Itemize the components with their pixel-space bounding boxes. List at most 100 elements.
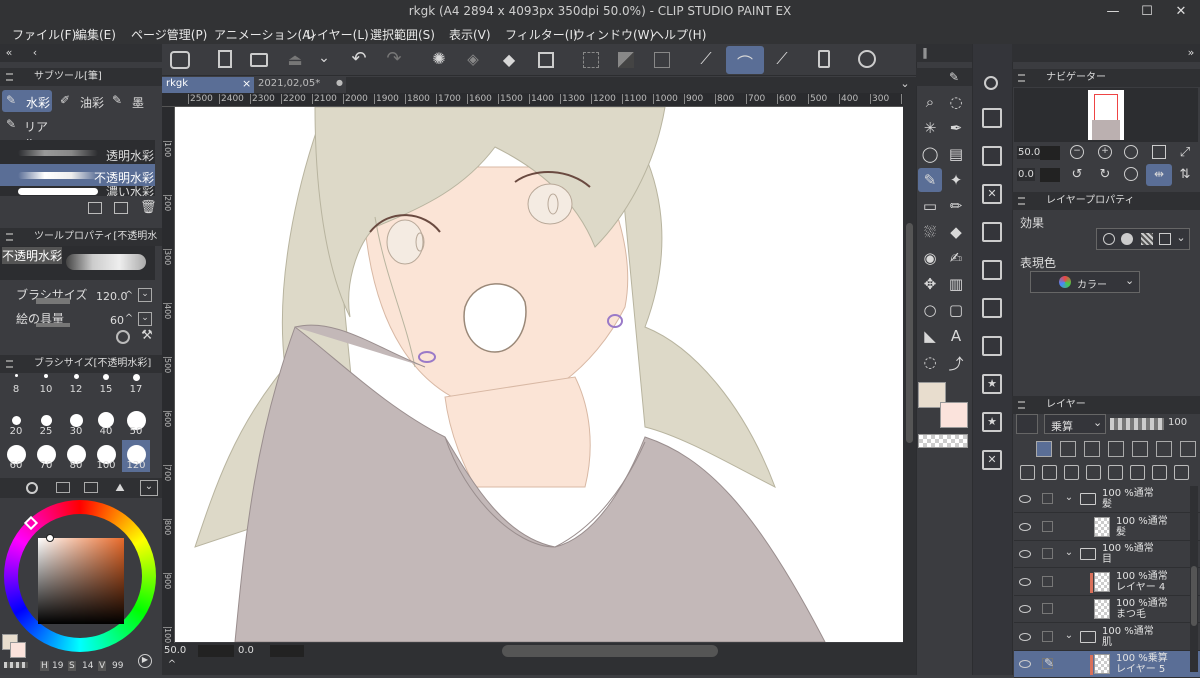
layer-row[interactable]: 100 %通常髪	[1014, 514, 1200, 541]
eye-icon[interactable]	[1019, 550, 1031, 558]
color-slider-tab-icon[interactable]	[56, 482, 70, 493]
trash-icon[interactable]: 🗑	[140, 200, 157, 215]
brush-icon[interactable]: ✍	[944, 246, 968, 270]
flip-vertical-icon[interactable]: ⇅	[1178, 167, 1192, 182]
brush-size-120[interactable]: 120	[122, 440, 150, 472]
layer-color-swatch[interactable]	[1016, 414, 1038, 434]
layer-row[interactable]: ⌄ 100 %通常髪	[1014, 486, 1200, 513]
balloon-icon[interactable]: ◌	[918, 350, 942, 374]
tone-icon[interactable]	[1141, 233, 1153, 245]
brush-size-value[interactable]: 120.0	[96, 290, 128, 303]
settings-icon[interactable]	[116, 330, 130, 344]
panel-menu-icon[interactable]: ⌄	[140, 480, 158, 496]
brush-size-100[interactable]: 100	[92, 440, 120, 472]
navigator-preview[interactable]	[1014, 88, 1198, 142]
help-icon[interactable]	[858, 50, 876, 68]
brush-size-70[interactable]: 70	[32, 440, 60, 472]
paint-amount-bar[interactable]	[36, 323, 70, 327]
pencil-icon[interactable]: ✏	[944, 194, 968, 218]
tab-menu-icon[interactable]: ⌄	[898, 77, 912, 90]
delete-layer-icon[interactable]	[1174, 465, 1189, 480]
blur-icon[interactable]: ◉	[918, 246, 942, 270]
brush-size-30[interactable]: 30	[62, 406, 90, 438]
brush-size-10[interactable]: 10	[32, 372, 60, 404]
move-layer-icon[interactable]: ▤	[944, 142, 968, 166]
opacity-slider[interactable]	[1110, 418, 1164, 430]
menu-view[interactable]: 表示(V)	[449, 26, 491, 43]
effect-buttons[interactable]: ⌄	[1096, 228, 1190, 250]
ellipse-icon[interactable]: ○	[918, 298, 942, 322]
minimize-button[interactable]: —	[1096, 0, 1130, 24]
pressure-icon[interactable]: ⌄	[138, 288, 152, 302]
brush-size-50[interactable]: 50	[122, 406, 150, 438]
menu-edit[interactable]: 編集(E)	[75, 26, 116, 43]
correct-line-icon[interactable]: ⤴	[944, 350, 968, 374]
zoom-value[interactable]: 50.0	[164, 645, 186, 656]
opacity-value[interactable]: 100	[1168, 417, 1187, 428]
new-file-icon[interactable]	[218, 50, 232, 68]
spinner-icon[interactable]: ✺	[429, 49, 449, 68]
subtool-group-oil[interactable]: ✐ 油彩	[56, 90, 106, 112]
material-close-icon[interactable]: ✕	[982, 184, 1002, 204]
chevron-down-icon[interactable]: ⌄	[1064, 492, 1074, 503]
layer-checkbox[interactable]	[1042, 493, 1053, 504]
layer-checkbox[interactable]	[1042, 630, 1053, 642]
color-set-tab-icon[interactable]	[84, 482, 98, 493]
pen-mode-icon[interactable]: ⟋	[772, 49, 792, 69]
draft-layer-icon[interactable]	[1060, 441, 1076, 457]
drawing-canvas[interactable]	[175, 107, 903, 642]
nav-rotate-slider[interactable]	[1040, 168, 1060, 182]
lasso-icon[interactable]: ◯	[918, 142, 942, 166]
new-folder-icon[interactable]	[1064, 465, 1079, 480]
ruler-icon[interactable]: ⟋	[696, 49, 716, 69]
transparent-chip[interactable]	[918, 434, 968, 448]
maximize-button[interactable]: ☐	[1130, 0, 1164, 24]
expand-icon[interactable]: ^	[166, 659, 178, 670]
tab-2021-02-05[interactable]: 2021,02,05* ●	[254, 77, 346, 93]
menu-animation[interactable]: アニメーション(A)	[214, 26, 315, 43]
apply-mask-icon[interactable]	[1152, 465, 1167, 480]
expand-right-icon[interactable]: »	[1184, 46, 1198, 59]
layer-checkbox[interactable]	[1042, 520, 1053, 532]
lock-transparent-icon[interactable]	[1108, 441, 1124, 457]
brush-size-60[interactable]: 60	[2, 440, 30, 472]
airbrush-icon[interactable]: ⛆	[918, 220, 942, 244]
flip-horizontal-button[interactable]: ⇹	[1146, 164, 1172, 186]
material-grid-icon[interactable]	[982, 298, 1002, 318]
wrench-icon[interactable]: ⚒	[140, 328, 154, 343]
sub-color-chip[interactable]	[940, 402, 968, 428]
material-download-icon[interactable]	[982, 222, 1002, 242]
tab-close-icon[interactable]: ×	[242, 77, 251, 90]
material-window-icon[interactable]	[982, 336, 1002, 356]
invert-icon[interactable]	[618, 52, 634, 68]
layer-scrollbar[interactable]	[1190, 486, 1198, 672]
brush-size-80[interactable]: 80	[62, 440, 90, 472]
brush-size-bar[interactable]	[36, 298, 70, 304]
history-tab-icon[interactable]: ⛰	[112, 481, 128, 495]
eye-icon[interactable]	[1019, 605, 1031, 613]
nav-zoom-slider[interactable]	[1040, 146, 1060, 160]
lasso-select-icon[interactable]: ◌	[944, 90, 968, 114]
rotate-slider[interactable]	[270, 645, 304, 657]
brush-size-15[interactable]: 15	[92, 372, 120, 404]
close-button[interactable]: ✕	[1164, 0, 1198, 24]
fill-bucket-icon[interactable]: ◆	[944, 220, 968, 244]
redo-icon[interactable]: ↷	[384, 48, 404, 69]
chevron-up-icon[interactable]: ^	[124, 290, 134, 301]
menu-file[interactable]: ファイル(F)	[12, 26, 76, 43]
play-icon[interactable]: ▶	[138, 654, 152, 668]
sparkle-icon[interactable]: ✦	[944, 168, 968, 192]
ruler-tool-icon[interactable]: ◣	[918, 324, 942, 348]
layer-checkbox[interactable]	[1042, 603, 1053, 614]
pen-icon[interactable]: ✎	[918, 168, 942, 192]
menu-filter[interactable]: フィルター(I)	[505, 26, 578, 43]
zoom-slider[interactable]	[198, 645, 234, 657]
menu-help[interactable]: ヘルプ(H)	[652, 26, 706, 43]
eye-icon[interactable]	[1019, 660, 1031, 668]
fit-icon[interactable]	[1152, 145, 1166, 159]
lock-icon[interactable]	[1084, 441, 1100, 457]
scroll-thumb[interactable]	[906, 223, 913, 443]
layer-color-icon[interactable]	[1159, 233, 1171, 245]
move-icon[interactable]: ✥	[918, 272, 942, 296]
layer-row[interactable]: ⌄ 100 %通常目	[1014, 541, 1200, 568]
